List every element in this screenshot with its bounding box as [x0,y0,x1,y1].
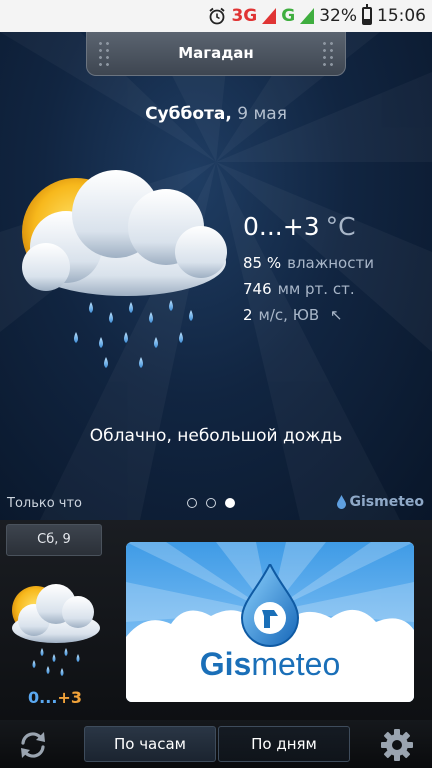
current-date: Суббота, 9 мая [0,104,432,124]
cloud-rain-sun-icon [22,170,227,368]
gismeteo-logo: Gismeteo [336,494,424,510]
tab-by-days[interactable]: По дням [218,726,350,762]
page-dot-active[interactable] [225,498,235,508]
ad-brand-text: Gismeteo [126,646,414,683]
gismeteo-brand-text: Gismeteo [349,494,424,510]
last-updated: Только что [7,496,83,511]
humidity-value: 85 % [243,254,282,272]
refresh-icon[interactable] [16,728,50,762]
city-selector[interactable]: Магадан [86,32,346,76]
pressure-label: мм рт. ст. [277,280,355,298]
signal-icon [262,8,277,24]
battery-icon [362,4,372,25]
wind-arrow-icon: ↖ [329,306,343,324]
temperature-unit: °C [325,212,356,241]
forecast-temp-max: +3 [57,688,82,707]
gismeteo-ad-banner[interactable]: Gismeteo [126,542,414,702]
wind-row: 2 м/с, ЮВ ↖ [243,306,343,324]
humidity-row: 85 % влажности [243,254,374,272]
wind-value: 2 [243,306,253,324]
wind-label: м/с, ЮВ [258,306,320,324]
status-bar: 3G G 32% 15:06 [0,0,432,32]
page-dot[interactable] [206,498,216,508]
forecast-temp-min: 0 [28,688,40,707]
gismeteo-drop-icon [240,564,300,647]
current-weather-panel[interactable]: Магадан Суббота, 9 мая 0...+3 °C 85 % вл… [0,32,432,520]
network-3g-indicator: 3G [231,6,258,26]
weather-description: Облачно, небольшой дождь [89,426,343,446]
page-dot[interactable] [187,498,197,508]
bottom-toolbar: По часам По дням [0,720,432,768]
humidity-label: влажности [287,254,374,272]
signal-icon [300,8,315,24]
forecast-day-tab[interactable]: Сб, 9 [6,524,102,556]
ad-brand-prefix: Gis [199,646,252,682]
pressure-value: 746 [243,280,272,298]
forecast-temp-sep: ... [39,688,58,707]
ad-brand-suffix: meteo [251,646,341,682]
network-g-indicator: G [281,6,296,26]
status-icons: 3G G 32% 15:06 [208,4,426,28]
cloud-rain-sun-icon [12,584,100,676]
clock: 15:06 [377,6,426,26]
forecast-area: Сб, 9 0...+3 Gismeteo [0,520,432,720]
city-name: Магадан [178,44,254,62]
page-indicator[interactable] [187,498,235,508]
pressure-row: 746 мм рт. ст. [243,280,355,298]
tab-by-hours[interactable]: По часам [84,726,216,762]
temperature-value: 0...+3 [243,212,320,241]
day-of-week: Суббота, [145,104,232,124]
gismeteo-drop-icon [337,495,347,509]
gear-icon[interactable] [380,728,414,762]
forecast-temperature: 0...+3 [0,688,110,707]
current-temperature: 0...+3 °C [243,212,356,241]
date: 9 мая [237,104,287,124]
alarm-icon [209,7,226,25]
battery-percent: 32% [319,6,357,26]
